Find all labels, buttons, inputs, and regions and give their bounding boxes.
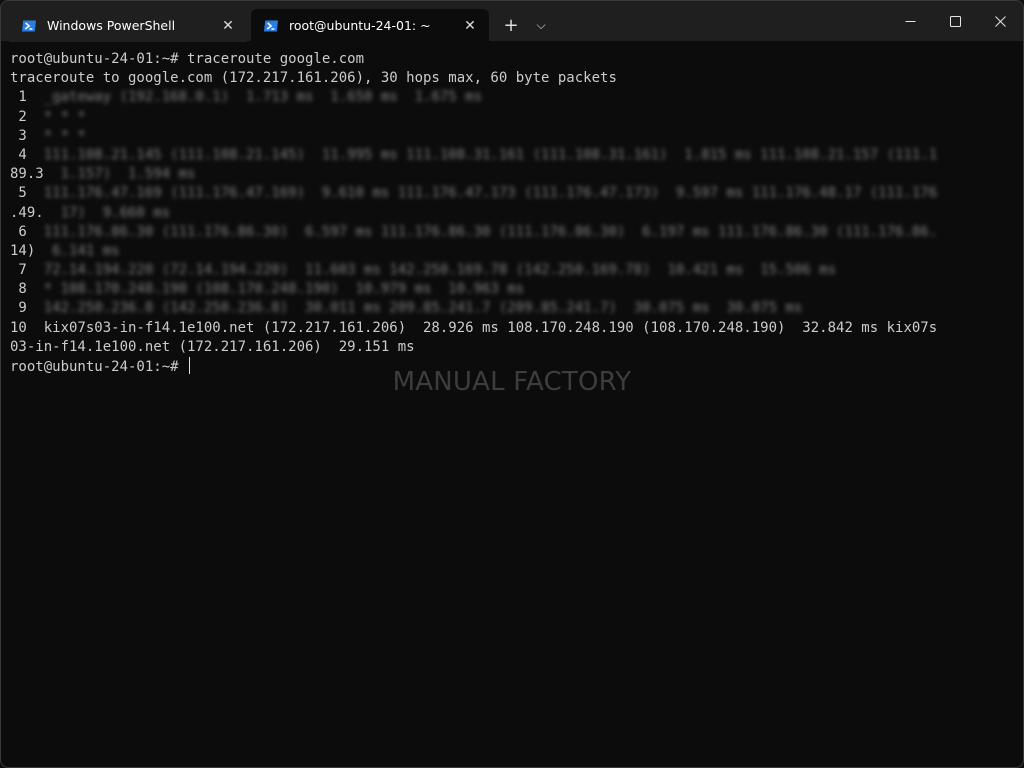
terminal-line: .49. 17) 9.660 ms <box>10 204 1000 223</box>
maximize-button[interactable] <box>932 1 978 41</box>
blurred-hop-text: _gateway (192.168.0.1) 1.713 ms 1.650 ms… <box>43 89 483 106</box>
hop-number: 5 <box>10 185 44 202</box>
blurred-hop-text: 111.176.47.169 (111.176.47.169) 9.610 ms… <box>43 185 938 202</box>
title-bar[interactable]: Windows PowerShell ✕ root@ubuntu-24-01: … <box>1 1 1023 42</box>
tab-root-ubuntu[interactable]: root@ubuntu-24-01: ~ ✕ <box>251 9 489 42</box>
blurred-hop-text: 111.176.86.30 (111.176.86.30) 6.597 ms 1… <box>43 223 938 240</box>
blurred-hop-text: * * * <box>43 108 86 125</box>
minimize-icon <box>905 20 915 22</box>
blurred-hop-text: 1.157) 1.594 ms <box>43 166 196 183</box>
terminal-line: 14) 6.141 ms <box>10 242 1000 261</box>
terminal-line: traceroute to google.com (172.217.161.20… <box>10 70 617 87</box>
tab-windows-powershell[interactable]: Windows PowerShell ✕ <box>9 9 247 42</box>
terminal-line: 03-in-f14.1e100.net (172.217.161.206) 29… <box>10 338 415 355</box>
hop-number: 8 <box>10 281 44 298</box>
hop-number: 6 <box>10 223 44 240</box>
terminal-line: 8 * 108.170.248.190 (108.170.248.190) 10… <box>10 280 1000 299</box>
watermark: MANUAL FACTORY <box>392 367 632 397</box>
blurred-hop-text: 6.141 ms <box>35 242 120 259</box>
blurred-hop-text: * * * <box>43 127 86 144</box>
close-icon[interactable]: ✕ <box>213 11 243 41</box>
tab-label: root@ubuntu-24-01: ~ <box>289 18 431 33</box>
terminal-line: 89.3 1.157) 1.594 ms <box>10 165 1000 184</box>
powershell-icon <box>264 20 278 31</box>
terminal-line: 1 _gateway (192.168.0.1) 1.713 ms 1.650 … <box>10 88 1000 107</box>
chevron-down-icon[interactable]: ⌵ <box>527 9 555 41</box>
wrap-fragment: .49. <box>10 204 44 221</box>
powershell-icon <box>22 20 36 31</box>
close-window-button[interactable] <box>977 1 1023 41</box>
maximize-icon <box>949 15 961 27</box>
terminal-line: 7 72.14.194.220 (72.14.194.220) 11.603 m… <box>10 261 1000 280</box>
terminal-window: Windows PowerShell ✕ root@ubuntu-24-01: … <box>0 0 1024 768</box>
blurred-hop-text: 111.108.21.145 (111.108.21.145) 11.995 m… <box>43 146 938 163</box>
minimize-button[interactable] <box>887 1 933 41</box>
terminal-line: root@ubuntu-24-01:~# traceroute google.c… <box>10 51 365 67</box>
hop-number: 9 <box>10 300 44 317</box>
hop-number: 3 <box>10 127 44 144</box>
wrap-fragment: 14) <box>10 242 36 259</box>
close-icon[interactable]: ✕ <box>455 11 485 41</box>
terminal-line: 2 * * * <box>10 108 1000 127</box>
blurred-hop-text: 17) 9.660 ms <box>43 204 171 221</box>
wrap-fragment: 89.3 <box>10 166 44 183</box>
hop-number: 7 <box>10 262 44 279</box>
blurred-hop-text: * 108.170.248.190 (108.170.248.190) 10.9… <box>43 281 525 298</box>
terminal-line: 9 142.250.236.8 (142.250.236.8) 30.011 m… <box>10 299 1000 318</box>
blurred-hop-text: 142.250.236.8 (142.250.236.8) 30.011 ms … <box>43 300 803 317</box>
terminal-line: 5 111.176.47.169 (111.176.47.169) 9.610 … <box>10 184 1000 203</box>
terminal-line: 10 kix07s03-in-f14.1e100.net (172.217.16… <box>10 319 938 336</box>
blurred-hop-text: 72.14.194.220 (72.14.194.220) 11.603 ms … <box>43 262 837 279</box>
terminal-line: 4 111.108.21.145 (111.108.21.145) 11.995… <box>10 146 1000 165</box>
terminal-line: 6 111.176.86.30 (111.176.86.30) 6.597 ms… <box>10 223 1000 242</box>
hop-number: 2 <box>10 108 44 125</box>
tab-label: Windows PowerShell <box>47 18 176 33</box>
terminal-line: 3 * * * <box>10 127 1000 146</box>
close-icon <box>994 15 1006 27</box>
hop-number: 1 <box>10 89 44 106</box>
terminal-output[interactable]: root@ubuntu-24-01:~# traceroute google.c… <box>10 50 1000 750</box>
new-tab-button[interactable]: + <box>497 9 525 41</box>
hop-number: 4 <box>10 146 44 163</box>
